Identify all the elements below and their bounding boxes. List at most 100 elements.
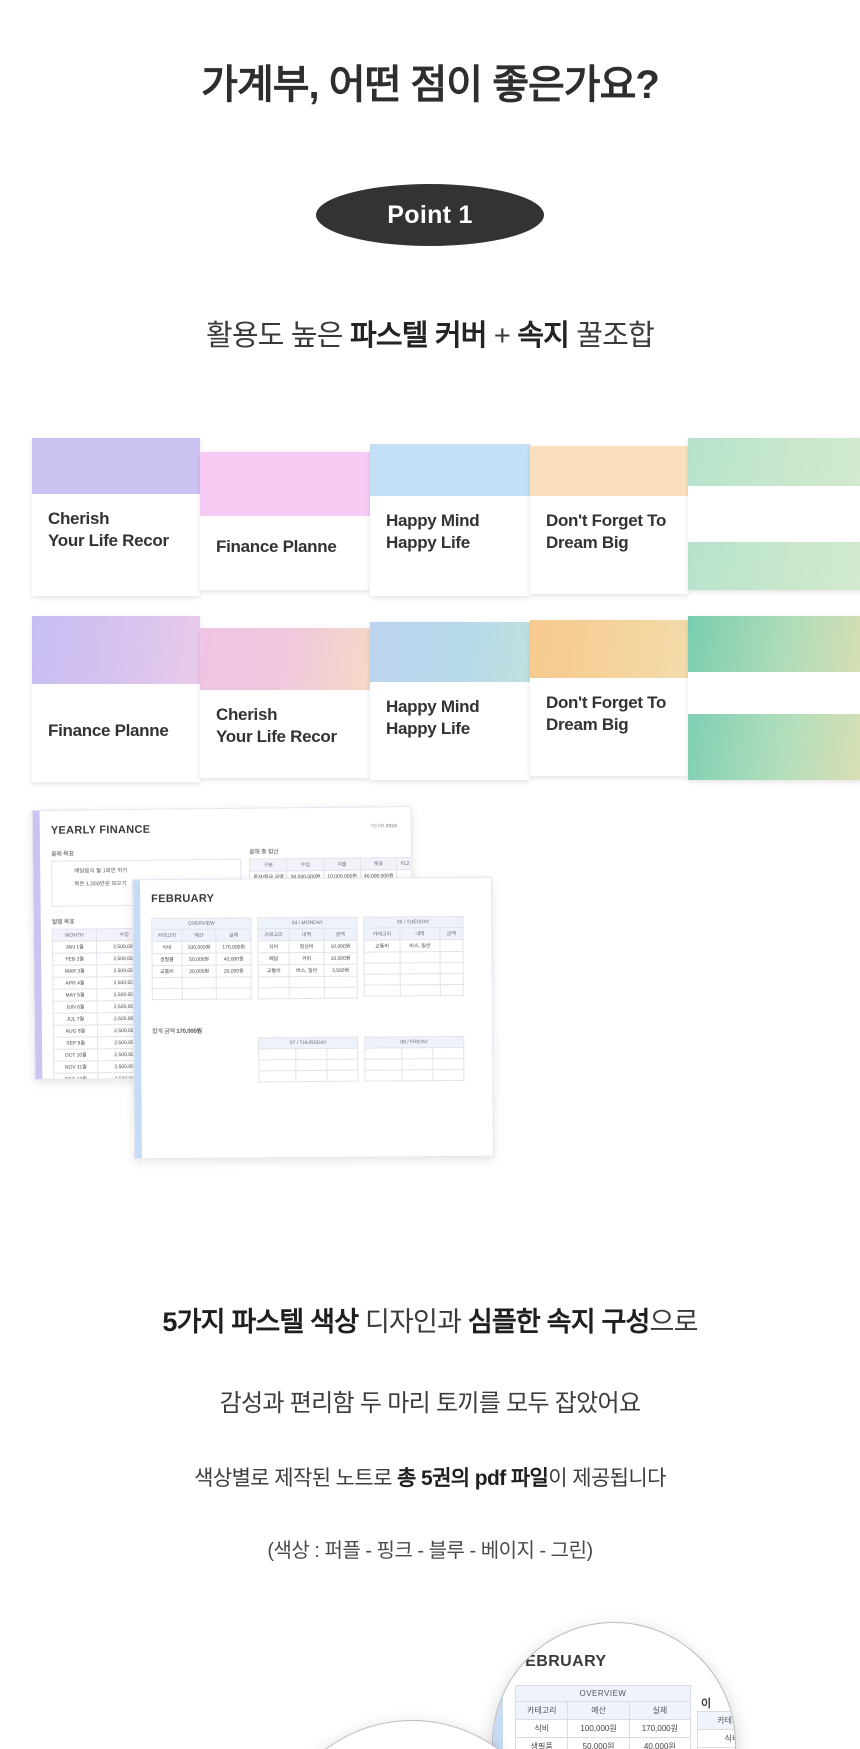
cell [364, 1047, 402, 1060]
cell: 100,000원 [567, 1719, 630, 1738]
cell: DEC 12월 [53, 1072, 99, 1080]
cover-band-green-bottom [688, 542, 860, 590]
cover-band-beige [530, 446, 688, 496]
cover-card-blue: Happy Mind Happy Life Finance Planner [370, 444, 530, 596]
cover-band-purple [32, 438, 200, 494]
cell: 40,000원 [216, 952, 252, 966]
magnifier-content: YEARLY FINANCE 올해 목표 배달음식 월 1회만 하기 목돈 1,… [269, 1721, 555, 1749]
th-MONTH: MONTH [52, 928, 97, 942]
cover-card-purple-gradient: Finance Planne Cherish Your Life Records [32, 616, 200, 782]
cell [400, 951, 441, 963]
monthly-heading: 월별 목표 [51, 919, 75, 926]
cover-title-line1: Happy Mind [386, 511, 480, 530]
cell: 생필품 [152, 953, 182, 966]
th-category: 카테고리 [697, 1711, 735, 1730]
cover-card-green [688, 438, 860, 590]
cover-title: Happy Mind Happy Life [386, 510, 514, 554]
table-row [364, 1069, 464, 1082]
cover-title-line2: Dream Big [546, 532, 629, 552]
sheet-accent-bar [133, 880, 142, 1159]
cell [295, 1070, 327, 1082]
cover-band-green-bottom [688, 714, 860, 780]
th-note: 비고 [396, 857, 414, 870]
cell [432, 1069, 464, 1081]
sheet-year-label: YEAR 2024 [371, 823, 397, 829]
cover-title: Finance Planne [216, 530, 354, 558]
cell [440, 951, 464, 963]
th-detail: 내역 [399, 927, 440, 940]
subtitle-bold-2: 속지 [517, 320, 570, 352]
cover-band-pink-gradient [200, 628, 370, 690]
cell [181, 977, 217, 989]
cover-title-line1: Cherish [216, 705, 278, 724]
cell [181, 988, 217, 1000]
th-amount: 금액 [323, 928, 357, 941]
cell [400, 962, 441, 974]
table-row [364, 1047, 464, 1060]
cover-card-pink-gradient: Cherish Your Life Recor Finance Planner [200, 628, 370, 778]
table-header-row: 카테고리 내역 금액 [363, 927, 463, 941]
bottom-line-3: 색상별로 제작된 노트로 총 5권의 pdf 파일이 제공됩니다 [0, 1462, 860, 1492]
cover-card-pink: Finance Planne Cherish Your Life Records [200, 452, 370, 590]
subtitle-bold-1: 파스텔 커버 [349, 320, 487, 352]
table-row: 교통비 버스, 일반 [363, 939, 464, 953]
th-expense: 지출 [323, 858, 361, 871]
table-header-row: 08 / FRIDAY [364, 1036, 464, 1049]
th-actual: 실제 [628, 1701, 692, 1720]
monday-table: 04 / MONDAY 카테고리 내역 금액 식비 점심비 10,000원 배달… [257, 917, 358, 1000]
cell: SEP 9월 [53, 1036, 98, 1050]
cover-band-blue [370, 444, 530, 496]
cover-title-line2: Happy Life [386, 532, 470, 552]
cell: APR 4월 [52, 976, 98, 990]
cover-body: Don't Forget To Dream Big Finance Planne… [530, 678, 688, 776]
year-value: 2024 [385, 823, 397, 830]
cell [295, 1048, 327, 1060]
tuesday-table: 05 / TUESDAY 카테고리 내역 금액 교통비 버스, 일반 [363, 916, 464, 997]
bottom-line-2: 감성과 편리함 두 마리 토끼를 모두 잡았어요 [219, 1390, 641, 1417]
cell [216, 976, 252, 989]
th-income: 수입 [287, 858, 324, 871]
cell: JUL 7월 [53, 1012, 98, 1026]
cover-band-blue-gradient [370, 622, 530, 682]
overview-table: OVERVIEW 카테고리 예산 실제 식비 100,000원 170,000원… [151, 917, 252, 1000]
bottom-copy: 5가지 파스텔 색상 디자인과 심플한 속지 구성으로 감성과 편리함 두 마리… [0, 1300, 860, 1563]
point-badge: Point 1 [316, 184, 544, 246]
cover-title-line1: Cherish [48, 509, 110, 528]
bottom-line-3-bold: 총 5권의 pdf 파일 [397, 1467, 549, 1490]
cell [324, 987, 358, 999]
table-header-row: OVERVIEW [515, 1685, 691, 1702]
cover-card-green-gradient [688, 616, 860, 780]
cover-row-top: Cherish Your Life Recor Finance Planner … [32, 438, 860, 596]
magnifier-accent-bar [269, 1721, 279, 1749]
cell: 3,500원 [324, 964, 358, 977]
magnifier-right-title: 이 [701, 1698, 712, 1710]
th-category: 카테고리 [363, 927, 400, 941]
cell: 식비 [697, 1729, 735, 1748]
bottom-line-1-tail: 으로 [649, 1307, 699, 1337]
cover-title-line1: Don't Forget To [546, 511, 667, 530]
planner-spreads: YEARLY FINANCE YEAR 2024 올해 목표 배달음식 월 1회… [0, 800, 860, 1749]
table-row [364, 984, 464, 997]
cover-body: Cherish Your Life Recor Finance Planner [200, 690, 370, 778]
th-category: 카테고리 [514, 1701, 569, 1720]
year-label-text: YEAR [370, 823, 385, 830]
cell: 100,000원 [181, 941, 217, 954]
bottom-line-3-tail: 이 제공됩니다 [548, 1467, 666, 1490]
table-row: 식비 점심비 10,000원 [257, 940, 358, 953]
cell [324, 976, 358, 988]
point-badge-container: Point 1 [0, 184, 860, 246]
table-header-row: 카테고리 내역 금액 [257, 928, 357, 941]
cell [439, 939, 464, 952]
table-row: 교통비 버스, 일반 3,500원 [258, 964, 358, 977]
friday-table: 08 / FRIDAY [364, 1036, 464, 1082]
cell: FEB 2월 [52, 952, 97, 966]
cover-card-purple: Cherish Your Life Recor Finance Planner [32, 438, 200, 596]
subtitle-part-3: 꿀조합 [569, 320, 654, 352]
cover-title: Happy Mind Happy Life [386, 696, 514, 740]
cover-card-beige: Don't Forget To Dream Big Finance Planne… [530, 446, 688, 594]
th-day-thursday: 07 / THURSDAY [258, 1037, 358, 1049]
table-row [364, 1058, 464, 1071]
magnifier-right-table: 카테고리 식비 배달 교통비 [697, 1711, 735, 1749]
cover-band-pink [200, 452, 370, 516]
cell [152, 988, 183, 1000]
